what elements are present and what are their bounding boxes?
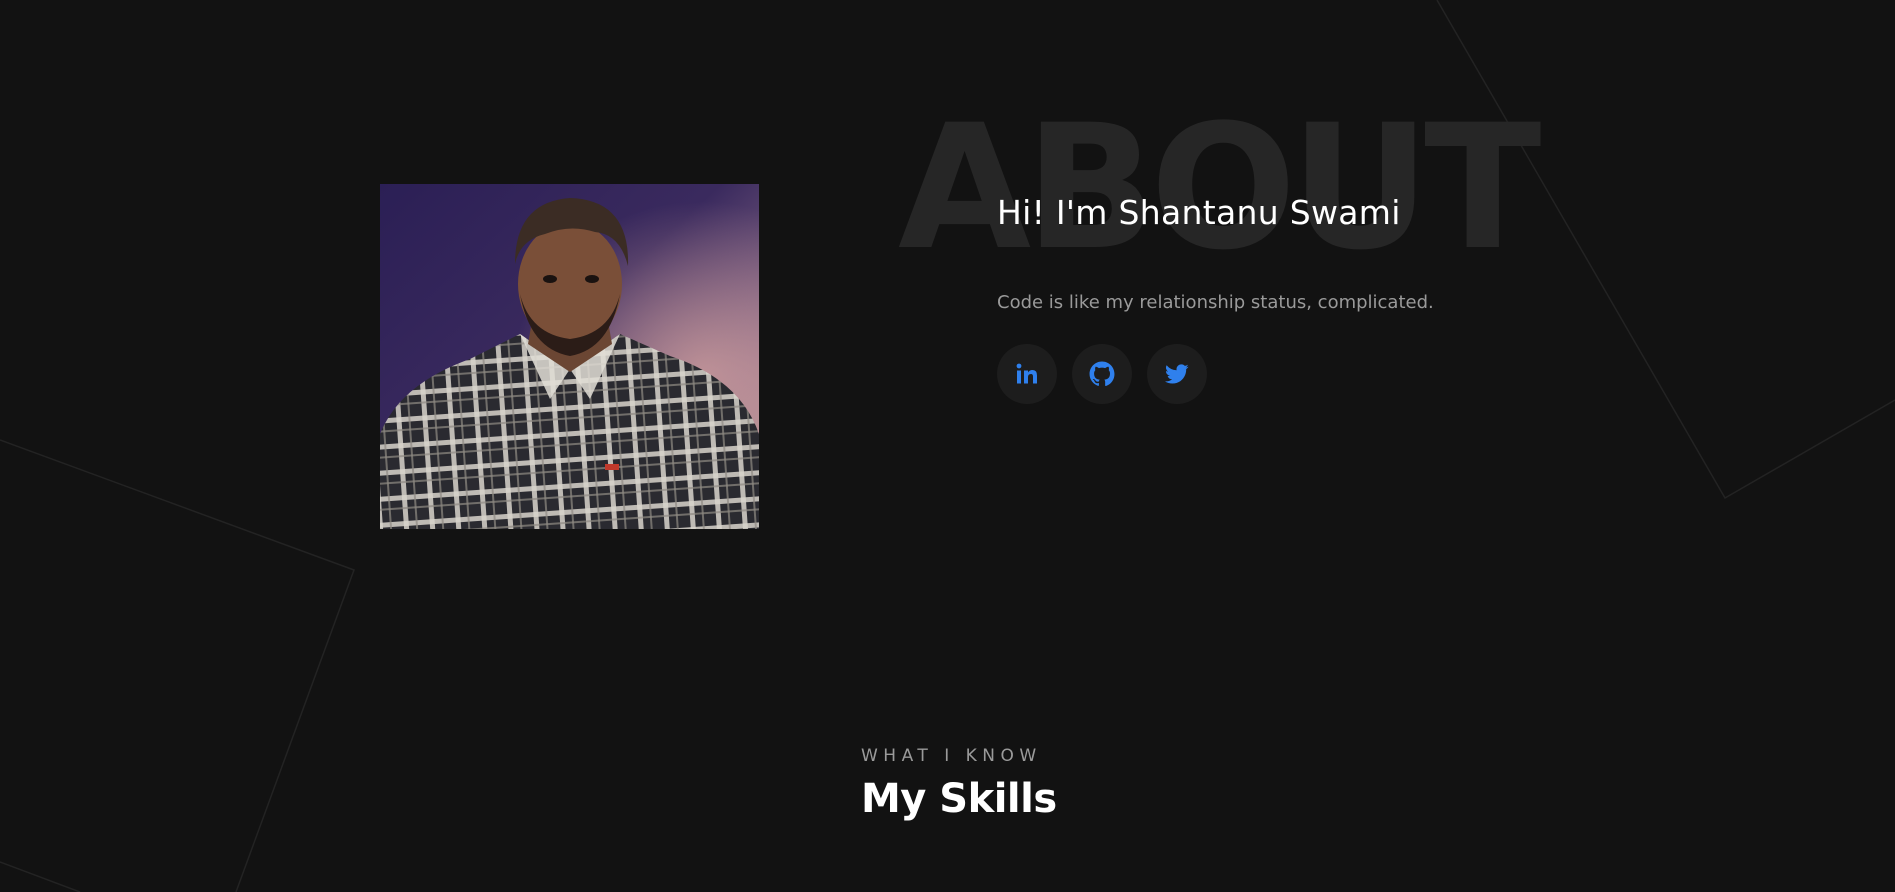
about-watermark: ABOUT [898,87,1541,288]
skills-eyebrow: WHAT I KNOW [861,746,1042,766]
twitter-icon [1165,364,1189,384]
about-heading: Hi! I'm Shantanu Swami [997,193,1401,232]
page-root: ABOUT Hi! I'm Shantanu Swami Code is lik… [0,0,1895,892]
linkedin-icon [1016,363,1037,384]
about-tagline: Code is like my relationship status, com… [997,292,1434,313]
skills-title: My Skills [861,776,1057,822]
github-button[interactable] [1072,344,1132,404]
social-links [997,344,1207,404]
linkedin-button[interactable] [997,344,1057,404]
profile-photo [380,184,759,529]
github-icon [1089,361,1115,387]
twitter-button[interactable] [1147,344,1207,404]
